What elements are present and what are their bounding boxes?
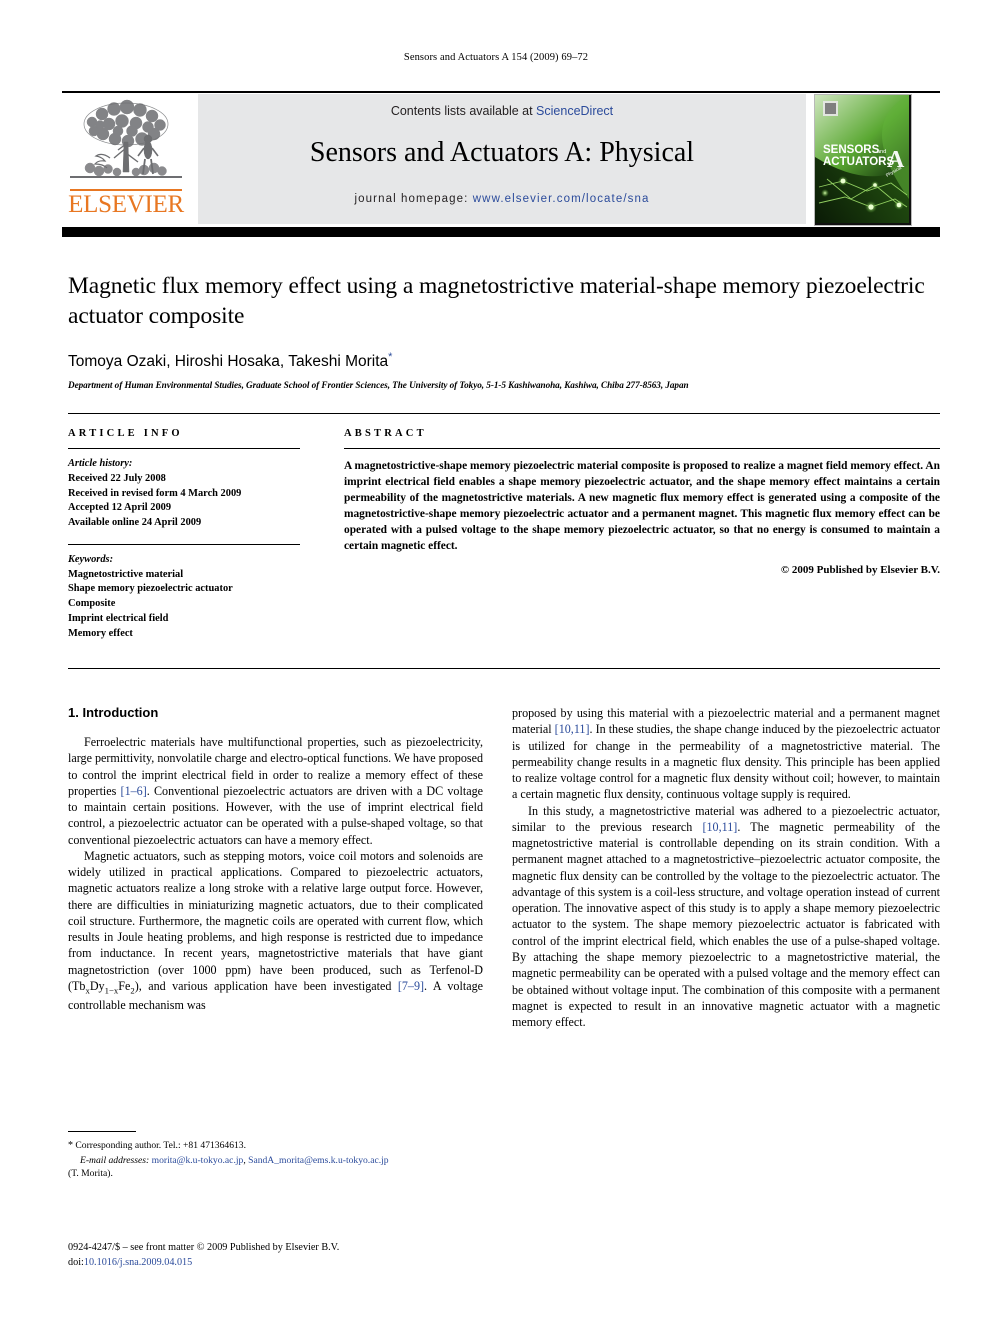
paragraph: In this study, a magnetostrictive materi… bbox=[512, 803, 940, 1031]
sciencedirect-link[interactable]: ScienceDirect bbox=[536, 104, 613, 118]
doi-label: doi: bbox=[68, 1256, 84, 1268]
citation-ref[interactable]: [7–9] bbox=[398, 979, 424, 993]
paragraph: proposed by using this material with a p… bbox=[512, 705, 940, 803]
elsevier-tree-icon bbox=[70, 99, 182, 178]
masthead-bottom-bar bbox=[62, 227, 940, 237]
journal-info-box: Contents lists available at ScienceDirec… bbox=[198, 94, 806, 224]
info-abstract-top-rule bbox=[68, 413, 940, 414]
email-link-secondary[interactable]: SandA_morita@ems.k.u-tokyo.ac.jp bbox=[248, 1155, 388, 1166]
page-title: Magnetic flux memory effect using a magn… bbox=[68, 273, 925, 329]
citation-ref[interactable]: [10,11] bbox=[702, 820, 737, 834]
svg-text:SENSORS: SENSORS bbox=[823, 144, 880, 156]
keyword-item: Imprint electrical field bbox=[68, 612, 169, 624]
keywords-label: Keywords: bbox=[68, 553, 114, 565]
author-list: Tomoya Ozaki, Hiroshi Hosaka, Takeshi Mo… bbox=[68, 351, 940, 371]
journal-cover-art: SENSORS and ACTUATORS A Physical bbox=[815, 95, 909, 223]
elsevier-logo: ELSEVIER bbox=[62, 94, 190, 224]
keyword-item: Magnetostrictive material bbox=[68, 568, 184, 580]
email-addresses-label: E-mail addresses: bbox=[80, 1154, 150, 1166]
journal-homepage-link[interactable]: www.elsevier.com/locate/sna bbox=[473, 193, 650, 205]
keywords-group: Keywords: Magnetostrictive material Shap… bbox=[68, 553, 300, 642]
paragraph: Magnetic actuators, such as stepping mot… bbox=[68, 848, 483, 1014]
footnote-emails: E-mail addresses: morita@k.u-tokyo.ac.jp… bbox=[68, 1154, 483, 1168]
section-heading-introduction: 1. Introduction bbox=[68, 705, 159, 720]
history-item: Received in revised form 4 March 2009 bbox=[68, 487, 242, 499]
paragraph-text: Dy bbox=[89, 978, 105, 993]
doi-line: doi:10.1016/j.sna.2009.04.015 bbox=[68, 1256, 528, 1271]
paragraph-text: . The magnetic permeability of the magne… bbox=[512, 819, 940, 1030]
abstract-text: A magnetostrictive-shape memory piezoele… bbox=[344, 460, 940, 553]
footnote-author-initials: (T. Morita). bbox=[68, 1168, 113, 1180]
citation-ref[interactable]: [10,11] bbox=[555, 722, 590, 736]
abstract-column: ABSTRACT A magnetostrictive-shape memory… bbox=[344, 428, 940, 576]
keyword-item: Shape memory piezoelectric actuator bbox=[68, 583, 233, 595]
abstract-heading: ABSTRACT bbox=[344, 428, 427, 439]
body-right-column: proposed by using this material with a p… bbox=[512, 705, 940, 1030]
paragraph-text: ), and various application have been inv… bbox=[134, 978, 398, 993]
journal-masthead: ELSEVIER Contents lists available at Sci… bbox=[62, 91, 940, 237]
footnote-star-marker: * bbox=[68, 1140, 73, 1152]
history-item: Available online 24 April 2009 bbox=[68, 517, 202, 529]
keyword-item: Memory effect bbox=[68, 627, 133, 639]
doi-link[interactable]: 10.1016/j.sna.2009.04.015 bbox=[84, 1257, 192, 1268]
abstract-copyright: © 2009 Published by Elsevier B.V. bbox=[780, 564, 940, 577]
citation-ref[interactable]: [1–6] bbox=[121, 784, 147, 798]
article-info-heading: ARTICLE INFO bbox=[68, 428, 183, 439]
history-item: Accepted 12 April 2009 bbox=[68, 502, 172, 514]
journal-homepage-line: journal homepage: www.elsevier.com/locat… bbox=[198, 193, 806, 205]
masthead-top-rule bbox=[62, 91, 940, 93]
article-history-label: Article history: bbox=[68, 458, 133, 469]
keyword-item: Composite bbox=[68, 598, 116, 610]
footnote-corresponding-text: Corresponding author. Tel.: +81 47136461… bbox=[75, 1140, 246, 1152]
article-history-group: Article history: Received 22 July 2008 R… bbox=[68, 457, 300, 531]
paper-page: Sensors and Actuators A 154 (2009) 69–72 bbox=[0, 0, 992, 1323]
elsevier-wordmark: ELSEVIER bbox=[68, 191, 184, 218]
paragraph: Ferroelectric materials have multifuncti… bbox=[68, 734, 483, 848]
page-footer: 0924-4247/$ – see front matter © 2009 Pu… bbox=[68, 1241, 528, 1271]
footnote-block: * Corresponding author. Tel.: +81 471364… bbox=[68, 1131, 483, 1181]
paragraph-text: Fe bbox=[118, 978, 131, 993]
masthead-body: ELSEVIER Contents lists available at Sci… bbox=[62, 94, 940, 226]
abstract-heading-rule bbox=[344, 448, 940, 449]
svg-text:ACTUATORS: ACTUATORS bbox=[823, 156, 894, 168]
paragraph-text: Magnetic actuators, such as stepping mot… bbox=[68, 848, 483, 993]
corresponding-author-marker: * bbox=[388, 351, 393, 364]
author-names: Tomoya Ozaki, Hiroshi Hosaka, Takeshi Mo… bbox=[68, 353, 389, 371]
history-item: Received 22 July 2008 bbox=[68, 472, 166, 484]
journal-title: Sensors and Actuators A: Physical bbox=[309, 137, 695, 168]
journal-cover-thumbnail: SENSORS and ACTUATORS A Physical bbox=[814, 94, 912, 226]
chemical-subscript: 1−x bbox=[104, 985, 119, 996]
front-matter-line: 0924-4247/$ – see front matter © 2009 Pu… bbox=[68, 1242, 340, 1253]
email-link-primary[interactable]: morita@k.u-tokyo.ac.jp bbox=[152, 1155, 244, 1166]
journal-homepage-label: journal homepage: bbox=[354, 193, 473, 205]
body-left-column: 1. Introduction Ferroelectric materials … bbox=[68, 705, 483, 1013]
running-head: Sensors and Actuators A 154 (2009) 69–72 bbox=[403, 52, 589, 63]
contents-lists-line: Contents lists available at ScienceDirec… bbox=[198, 104, 806, 118]
affiliation: Department of Human Environmental Studie… bbox=[68, 380, 689, 391]
svg-text:and: and bbox=[877, 149, 886, 155]
contents-lists-prefix: Contents lists available at bbox=[390, 104, 537, 118]
title-block: Magnetic flux memory effect using a magn… bbox=[68, 272, 940, 390]
footnote-rule bbox=[68, 1131, 136, 1133]
article-info-column: ARTICLE INFO Article history: Received 2… bbox=[68, 428, 300, 641]
article-info-heading-rule bbox=[68, 448, 300, 449]
keywords-divider-rule bbox=[68, 543, 300, 545]
info-abstract-bottom-rule bbox=[68, 668, 940, 669]
footnote-corresponding-author: * Corresponding author. Tel.: +81 471364… bbox=[68, 1139, 483, 1153]
